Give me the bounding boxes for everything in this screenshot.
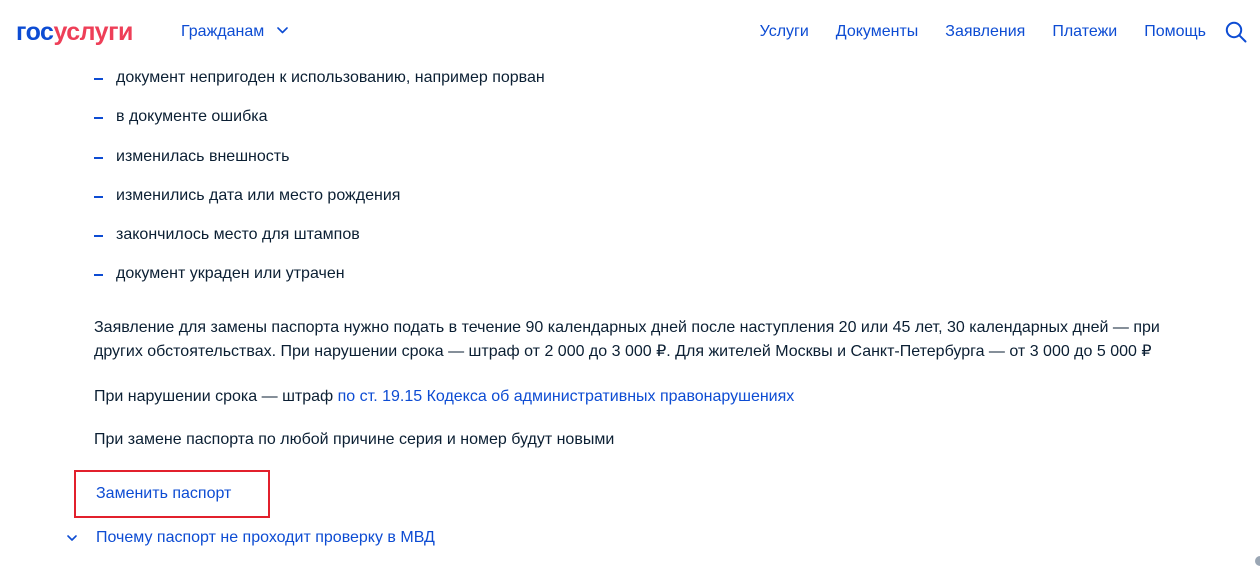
list-item: изменились дата или место рождения <box>94 184 1260 223</box>
main-nav: Услуги Документы Заявления Платежи Помощ… <box>760 21 1260 43</box>
site-header: госуслуги Гражданам Услуги Документы Зая… <box>0 0 1260 64</box>
administrative-code-link[interactable]: по ст. 19.15 Кодекса об административных… <box>338 388 795 405</box>
list-item-text: изменились дата или место рождения <box>116 186 401 204</box>
list-item-text: документ украден или утрачен <box>116 265 345 283</box>
dash-bullet <box>94 117 103 120</box>
list-item: документ украден или утрачен <box>94 262 1260 301</box>
accordion-label: Почему паспорт не проходит проверку в МВ… <box>96 529 435 546</box>
fine-paragraph: При нарушении срока — штраф по ст. 19.15… <box>94 385 794 409</box>
list-item-text: документ непригоден к использованию, нап… <box>116 69 545 86</box>
logo-part-uslugi: услуги <box>53 18 133 46</box>
dash-bullet <box>94 156 103 159</box>
list-item-text: изменилась внешность <box>116 147 290 165</box>
nav-item-help[interactable]: Помощь <box>1144 21 1206 43</box>
nav-item-services[interactable]: Услуги <box>760 21 809 43</box>
logo-part-gos: гос <box>16 18 54 46</box>
deadline-paragraph: Заявление для замены паспорта нужно пода… <box>94 316 1260 364</box>
nav-item-documents[interactable]: Документы <box>836 21 918 43</box>
chevron-down-icon <box>67 535 77 541</box>
list-item: изменилась внешность <box>94 145 1260 184</box>
replacement-reasons-list: документ непригоден к использованию, нап… <box>94 66 1260 302</box>
list-item-text: закончилось место для штампов <box>116 226 360 244</box>
dash-bullet <box>94 78 103 80</box>
dash-bullet <box>94 274 103 277</box>
list-item-text: в документе ошибка <box>116 108 268 126</box>
nav-item-payments[interactable]: Платежи <box>1052 21 1117 43</box>
audience-label: Гражданам <box>181 23 265 41</box>
page: госуслуги Гражданам Услуги Документы Зая… <box>0 0 1260 583</box>
gosuslugi-logo[interactable]: госуслуги <box>16 17 133 47</box>
list-item: в документе ошибка <box>94 105 1260 144</box>
replace-passport-link[interactable]: Заменить паспорт <box>96 484 231 504</box>
nav-item-applications[interactable]: Заявления <box>945 21 1025 43</box>
dash-bullet <box>94 195 103 198</box>
chevron-down-icon <box>276 19 288 41</box>
list-item: документ непригоден к использованию, нап… <box>94 66 1260 105</box>
scroll-indicator <box>1255 556 1260 566</box>
article-content: документ непригоден к использованию, нап… <box>94 66 1260 448</box>
audience-selector[interactable]: Гражданам <box>181 21 288 43</box>
fine-text: При нарушении срока — штраф <box>94 388 338 405</box>
search-icon[interactable] <box>1224 20 1248 44</box>
list-item: закончилось место для штампов <box>94 223 1260 262</box>
mvd-check-accordion[interactable]: Почему паспорт не проходит проверку в МВ… <box>66 527 435 549</box>
dash-bullet <box>94 235 103 238</box>
deadline-line-2: других обстоятельствах. При нарушении ср… <box>94 343 1152 360</box>
deadline-line-1: Заявление для замены паспорта нужно пода… <box>94 319 1160 336</box>
series-paragraph: При замене паспорта по любой причине сер… <box>94 431 615 448</box>
